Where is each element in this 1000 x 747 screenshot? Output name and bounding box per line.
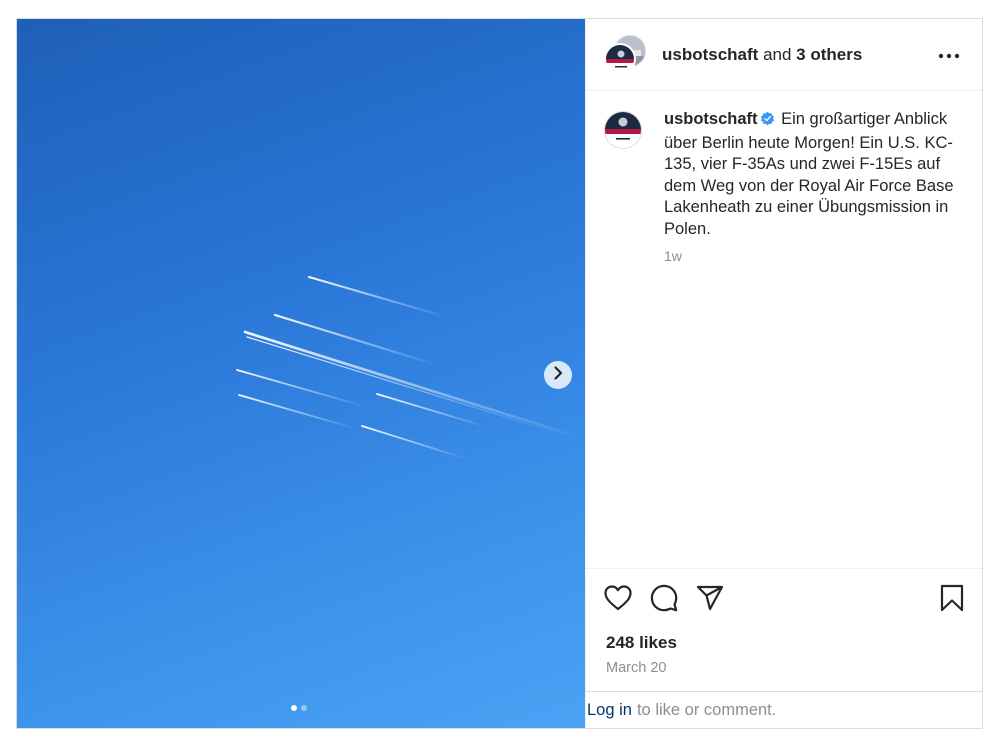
post-date: March 20 — [606, 660, 667, 676]
likes-count[interactable]: 248 likes — [586, 632, 982, 654]
collab-avatars[interactable] — [604, 34, 646, 75]
others-link[interactable]: 3 others — [796, 45, 862, 64]
comment-bubble-icon — [650, 584, 678, 617]
post-header: usbotschaft and 3 others — [586, 19, 982, 91]
heart-icon — [604, 584, 632, 616]
header-and-text: and — [758, 44, 797, 64]
save-button[interactable] — [940, 584, 964, 617]
login-link[interactable]: Log in — [587, 701, 632, 720]
post-sidebar: usbotschaft and 3 others usbotschaft Ein… — [585, 19, 982, 728]
header-usernames: usbotschaft and 3 others — [662, 45, 934, 65]
header-username-link[interactable]: usbotschaft — [662, 45, 758, 64]
caption-body-text: Ein großartiger Anblick über Berlin heut… — [664, 110, 954, 238]
caption-section: usbotschaft Ein großartiger Anblick über… — [586, 91, 982, 569]
caption-timestamp[interactable]: 1w — [664, 248, 954, 264]
carousel-indicator — [291, 705, 307, 711]
caption-body: usbotschaft Ein großartiger Anblick über… — [664, 109, 954, 568]
post-card: usbotschaft and 3 others usbotschaft Ein… — [16, 18, 983, 729]
action-bar — [586, 569, 982, 631]
verified-badge-icon — [760, 111, 775, 133]
caption-username-link[interactable]: usbotschaft — [664, 110, 758, 128]
more-options-button[interactable] — [934, 42, 964, 68]
caption-text: usbotschaft Ein großartiger Anblick über… — [664, 109, 954, 240]
comment-button[interactable] — [650, 584, 678, 617]
login-prompt-text: to like or comment. — [636, 700, 777, 719]
share-button[interactable] — [696, 585, 724, 616]
like-button[interactable] — [604, 584, 632, 616]
more-dots-icon — [938, 46, 960, 64]
carousel-dot-active — [291, 705, 297, 711]
paper-plane-icon — [696, 585, 724, 616]
chevron-right-icon — [552, 365, 564, 385]
embassy-avatar — [604, 42, 636, 75]
carousel-dot — [301, 705, 307, 711]
post-image[interactable] — [17, 19, 585, 728]
contrails-image — [236, 276, 585, 460]
bookmark-icon — [940, 584, 964, 617]
login-prompt: Log in to like or comment. — [586, 691, 982, 728]
next-slide-button[interactable] — [544, 361, 572, 389]
caption-avatar[interactable] — [604, 111, 642, 149]
